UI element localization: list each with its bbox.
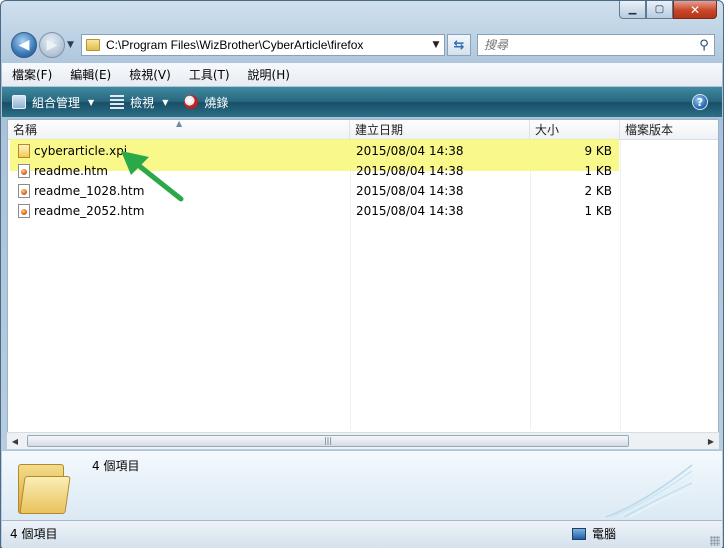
command-bar: 組合管理 ▼ 檢視 ▼ 燒錄 ?	[2, 87, 722, 117]
menu-view[interactable]: 檢視(V)	[129, 66, 171, 83]
chevron-down-icon: ▼	[88, 97, 95, 107]
organize-icon	[12, 95, 26, 109]
file-date: 2015/08/04 14:38	[356, 144, 464, 158]
search-input[interactable]	[478, 35, 694, 55]
computer-icon	[572, 527, 586, 540]
column-size-header[interactable]: 大小	[530, 120, 620, 140]
help-icon: ?	[696, 95, 704, 109]
refresh-button[interactable]: ⇆	[447, 34, 471, 56]
views-label: 檢視	[130, 95, 155, 110]
sort-ascending-icon: ▲	[176, 119, 183, 128]
column-size-label: 大小	[535, 123, 560, 137]
back-button[interactable]: ◀	[11, 32, 37, 58]
scrollbar-thumb[interactable]: |||	[27, 435, 629, 447]
help-button[interactable]: ?	[692, 94, 708, 110]
status-bar: 4 個項目 電腦	[2, 520, 722, 548]
address-dropdown-icon[interactable]: ▼	[428, 40, 444, 50]
decorative-swoosh-icon	[605, 464, 693, 518]
file-row[interactable]: cyberarticle.xpi 2015/08/04 14:38 9 KB	[8, 141, 720, 161]
chevron-down-icon: ▼	[162, 97, 169, 107]
column-version-label: 檔案版本	[625, 123, 674, 137]
search-box[interactable]: ⚲	[477, 34, 715, 56]
close-button[interactable]: ✕	[673, 1, 717, 19]
folder-icon	[86, 39, 100, 51]
explorer-window: ▁ ▢ ✕ ◀ ▶ ▼ C:\Program Files\WizBrother\…	[0, 0, 724, 548]
burn-label: 燒錄	[204, 95, 229, 110]
scroll-left-button[interactable]: ◀	[7, 433, 23, 449]
horizontal-scrollbar[interactable]: ◀ ||| ▶	[7, 432, 719, 449]
search-icon[interactable]: ⚲	[694, 38, 714, 53]
column-date-header[interactable]: 建立日期	[350, 120, 530, 140]
burn-button[interactable]: 燒錄	[184, 94, 228, 111]
file-name: readme.htm	[34, 164, 108, 178]
resize-grip[interactable]	[710, 536, 720, 546]
file-size: 1 KB	[584, 164, 612, 178]
details-item-count: 4 個項目	[92, 459, 140, 473]
column-version-header[interactable]: 檔案版本	[620, 120, 718, 140]
file-size: 9 KB	[584, 144, 612, 158]
xpi-file-icon	[18, 144, 30, 158]
file-name: cyberarticle.xpi	[34, 144, 128, 158]
large-folder-icon	[18, 458, 71, 514]
status-item-count: 4 個項目	[10, 527, 58, 541]
views-button[interactable]: 檢視 ▼	[110, 94, 168, 111]
organize-button[interactable]: 組合管理 ▼	[12, 94, 94, 111]
maximize-icon: ▢	[654, 3, 665, 15]
details-pane: 4 個項目	[2, 450, 722, 520]
status-location-label: 電腦	[592, 527, 617, 541]
html-file-icon	[18, 164, 30, 178]
file-size: 1 KB	[584, 204, 612, 218]
file-row[interactable]: readme_1028.htm 2015/08/04 14:38 2 KB	[8, 181, 720, 201]
file-row[interactable]: readme.htm 2015/08/04 14:38 1 KB	[8, 161, 720, 181]
forward-button[interactable]: ▶	[39, 32, 65, 58]
back-arrow-icon: ◀	[18, 37, 30, 53]
address-bar[interactable]: C:\Program Files\WizBrother\CyberArticle…	[81, 34, 445, 56]
file-name-cell: cyberarticle.xpi	[18, 141, 127, 161]
minimize-icon: ▁	[628, 3, 637, 15]
file-row[interactable]: readme_2052.htm 2015/08/04 14:38 1 KB	[8, 201, 720, 221]
maximize-button[interactable]: ▢	[646, 1, 673, 19]
organize-label: 組合管理	[32, 95, 81, 110]
recent-pages-dropdown[interactable]: ▼	[67, 40, 74, 50]
scroll-right-button[interactable]: ▶	[703, 433, 719, 449]
file-size: 2 KB	[584, 184, 612, 198]
file-name-cell: readme.htm	[18, 161, 108, 181]
column-name-label: 名稱	[13, 123, 38, 137]
address-path: C:\Program Files\WizBrother\CyberArticle…	[106, 38, 364, 52]
column-date-label: 建立日期	[355, 123, 404, 137]
forward-arrow-icon: ▶	[46, 37, 58, 53]
html-file-icon	[18, 184, 30, 198]
file-date: 2015/08/04 14:38	[356, 204, 464, 218]
minimize-button[interactable]: ▁	[619, 1, 646, 19]
file-date: 2015/08/04 14:38	[356, 184, 464, 198]
menu-file[interactable]: 檔案(F)	[12, 66, 52, 83]
caption-buttons: ▁ ▢ ✕	[619, 1, 717, 19]
burn-disc-icon	[184, 95, 199, 109]
views-icon	[110, 95, 125, 109]
file-date: 2015/08/04 14:38	[356, 164, 464, 178]
column-header: 名稱 ▲ 建立日期 大小 檔案版本	[8, 119, 718, 140]
html-file-icon	[18, 204, 30, 218]
menu-tools[interactable]: 工具(T)	[189, 66, 230, 83]
refresh-icon: ⇆	[453, 37, 465, 53]
annotation-arrow-icon	[121, 151, 184, 202]
status-location: 電腦	[572, 525, 616, 542]
close-icon: ✕	[689, 2, 701, 17]
menu-bar: 檔案(F) 編輯(E) 檢視(V) 工具(T) 說明(H)	[2, 63, 722, 87]
menu-edit[interactable]: 編輯(E)	[70, 66, 111, 83]
menu-help[interactable]: 說明(H)	[248, 66, 290, 83]
